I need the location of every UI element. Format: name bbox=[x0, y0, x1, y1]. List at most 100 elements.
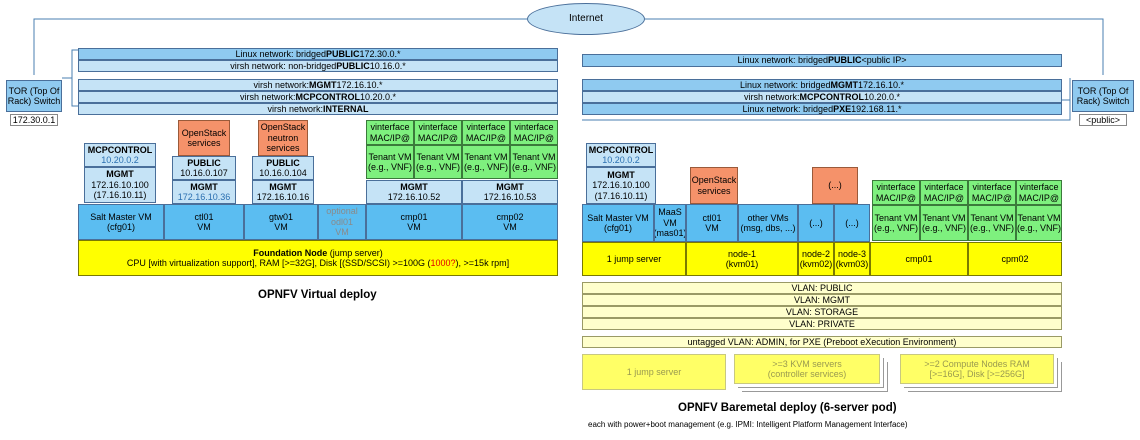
net-text: MCPCONTROL bbox=[295, 91, 361, 102]
net-text: virsh network: non-bridged bbox=[230, 60, 337, 71]
ip-text: 10.20.0.2 bbox=[602, 155, 640, 165]
pod-kvm-servers: >=3 KVM servers (controller services) bbox=[734, 354, 880, 384]
label-text: MGMT bbox=[400, 181, 428, 192]
virtual-gtw01-vm: gtw01 VM bbox=[244, 204, 318, 240]
virtual-neutron-services: OpenStack neutron services bbox=[258, 120, 308, 156]
virtual-gtw-public: PUBLIC 10.16.0.104 bbox=[252, 156, 314, 180]
pod-text: >=2 Compute Nodes RAM [>=16G], Disk [>=2… bbox=[924, 358, 1030, 379]
vm-text: ctl01 bbox=[194, 211, 214, 222]
label-text: MCPCONTROL bbox=[588, 144, 654, 155]
vm-text: (...) bbox=[809, 217, 823, 228]
virtual-vinterface-3: vinterface MAC/IP@ bbox=[462, 120, 510, 145]
baremetal-openstack-services: OpenStack services bbox=[690, 167, 738, 204]
vlan-public: VLAN: PUBLIC bbox=[582, 282, 1062, 294]
virtual-vinterface-1: vinterface MAC/IP@ bbox=[366, 120, 414, 145]
vif-text: vinterface MAC/IP@ bbox=[1018, 182, 1060, 203]
net-text: PUBLIC bbox=[336, 60, 370, 71]
net-text: 192.168.11.* bbox=[851, 103, 902, 114]
vm-text: other VMs (msg, dbs, ...) bbox=[740, 212, 796, 233]
virtual-salt-master-vm: Salt Master VM (cfg01) bbox=[78, 204, 164, 240]
ip-text: 172.16.10.36 bbox=[177, 192, 231, 202]
virtual-cmp01-vm: cmp01 VM bbox=[366, 204, 462, 240]
baremetal-node-2: node-2 (kvm02) bbox=[798, 242, 834, 276]
virtual-cmp02-vm: cmp02 VM bbox=[462, 204, 558, 240]
vlan-text: VLAN: STORAGE bbox=[785, 306, 859, 317]
baremetal-vinterface-2: vinterface MAC/IP@ bbox=[920, 180, 968, 205]
virtual-cmp01-mgmt: MGMT 172.16.10.52 bbox=[366, 180, 462, 204]
virtual-foundation-node: Foundation Node (jump server) CPU [with … bbox=[78, 240, 558, 276]
baremetal-node2-vms: (...) bbox=[798, 204, 834, 242]
ip-text: 10.16.0.104 bbox=[259, 168, 307, 178]
vif-text: vinterface MAC/IP@ bbox=[369, 122, 411, 143]
baremetal-maas-vm: MaaS VM (mas01) bbox=[654, 204, 686, 242]
baremetal-salt-mcpcontrol: MCPCONTROL 10.20.0.2 bbox=[586, 143, 656, 167]
server-text: 1 jump server bbox=[606, 253, 662, 264]
baremetal-cpm02: cpm02 bbox=[968, 242, 1062, 276]
tenant-text: Tenant VM (e.g., VNF) bbox=[367, 151, 412, 172]
pod-text: >=3 KVM servers (controller services) bbox=[767, 358, 847, 379]
tenant-text: Tenant VM (e.g., VNF) bbox=[921, 212, 966, 233]
virtual-tenant-vm-2: Tenant VM (e.g., VNF) bbox=[414, 145, 462, 179]
net-text: Linux network: bridged bbox=[737, 55, 829, 66]
ip-text: 10.20.0.2 bbox=[101, 155, 139, 165]
baremetal-other-vms: other VMs (msg, dbs, ...) bbox=[738, 204, 798, 242]
pod-compute-nodes: >=2 Compute Nodes RAM [>=16G], Disk [>=2… bbox=[900, 354, 1054, 384]
baremetal-salt-mgmt: MGMT 172.16.10.100 (17.16.10.11) bbox=[586, 167, 656, 204]
baremetal-vinterface-1: vinterface MAC/IP@ bbox=[872, 180, 920, 205]
label-text: PUBLIC bbox=[266, 157, 300, 168]
virtual-net-public: Linux network: bridged PUBLIC 172.30.0.* bbox=[78, 48, 558, 60]
net-text: virsh network: bbox=[253, 79, 309, 90]
label-text: OpenStack services bbox=[181, 127, 227, 148]
server-text: node-3 (kvm03) bbox=[835, 248, 869, 269]
net-text: Linux network: bridged bbox=[742, 103, 834, 114]
ip-text: 172.16.10.53 bbox=[483, 192, 537, 202]
vlan-text: VLAN: MGMT bbox=[793, 294, 850, 305]
net-text: PXE bbox=[833, 103, 852, 114]
virtual-tenant-vm-1: Tenant VM (e.g., VNF) bbox=[366, 145, 414, 179]
internet-cloud: Internet bbox=[527, 3, 645, 35]
net-text: virsh network: bbox=[267, 103, 324, 114]
virtual-net-mcpcontrol: virsh network: MCPCONTROL 10.20.0.* bbox=[78, 91, 558, 103]
net-text: 10.16.0.* bbox=[369, 60, 406, 71]
vm-text: optional odl01 VM bbox=[326, 206, 358, 238]
label-text: MGMT bbox=[190, 181, 218, 192]
vlan-storage: VLAN: STORAGE bbox=[582, 306, 1062, 318]
baremetal-tenant-vm-1: Tenant VM (e.g., VNF) bbox=[872, 205, 920, 241]
ip-text: 172.16.10.52 bbox=[387, 192, 441, 202]
vlan-untagged-admin: untagged VLAN: ADMIN, for PXE (Preboot e… bbox=[582, 336, 1062, 348]
vm-text: cmp01 bbox=[400, 211, 428, 222]
virtual-ctl-public: PUBLIC 10.16.0.107 bbox=[172, 156, 236, 180]
tor-right-label: TOR (Top Of Rack) Switch bbox=[1076, 85, 1130, 106]
spec-text: 1000? bbox=[430, 258, 456, 268]
virtual-tenant-vm-4: Tenant VM (e.g., VNF) bbox=[510, 145, 558, 179]
net-text: 10.20.0.* bbox=[360, 91, 397, 102]
vm-text: cmp02 bbox=[496, 211, 524, 222]
baremetal-tenant-vm-3: Tenant VM (e.g., VNF) bbox=[968, 205, 1016, 241]
net-text: virsh network: bbox=[239, 91, 296, 102]
tor-right-ip: <public> bbox=[1079, 114, 1127, 126]
vm-text: Salt Master VM (cfg01) bbox=[587, 212, 649, 233]
vm-text: VM bbox=[197, 222, 211, 232]
vm-text: VM bbox=[274, 222, 288, 232]
baremetal-net-pxe: Linux network: bridged PXE 192.168.11.* bbox=[582, 103, 1062, 115]
virtual-vinterface-2: vinterface MAC/IP@ bbox=[414, 120, 462, 145]
label-text: (...) bbox=[828, 180, 842, 191]
vif-text: vinterface MAC/IP@ bbox=[923, 182, 965, 203]
vm-text: VM bbox=[407, 222, 421, 232]
net-text: PUBLIC bbox=[326, 48, 360, 59]
net-text: Linux network: bridged bbox=[739, 79, 831, 90]
virtual-vinterface-4: vinterface MAC/IP@ bbox=[510, 120, 558, 145]
vlan-text: VLAN: PUBLIC bbox=[791, 282, 853, 293]
baremetal-footnote: each with power+boot management (e.g. IP… bbox=[588, 420, 908, 429]
vlan-mgmt: VLAN: MGMT bbox=[582, 294, 1062, 306]
tor-left-label: TOR (Top Of Rack) Switch bbox=[7, 85, 61, 106]
vm-text: gtw01 bbox=[268, 211, 294, 222]
baremetal-salt-master-vm: Salt Master VM (cfg01) bbox=[582, 204, 654, 242]
spec-text: CPU [with virtualization support], RAM [… bbox=[126, 258, 431, 268]
ip-text: (17.16.10.11) bbox=[594, 190, 648, 201]
foundation-spec-line: CPU [with virtualization support], RAM [… bbox=[127, 258, 509, 268]
baremetal-node-3: node-3 (kvm03) bbox=[834, 242, 870, 276]
baremetal-jump-server: 1 jump server bbox=[582, 242, 686, 276]
server-text: node-2 (kvm02) bbox=[799, 248, 833, 269]
virtual-openstack-services: OpenStack services bbox=[178, 120, 230, 156]
